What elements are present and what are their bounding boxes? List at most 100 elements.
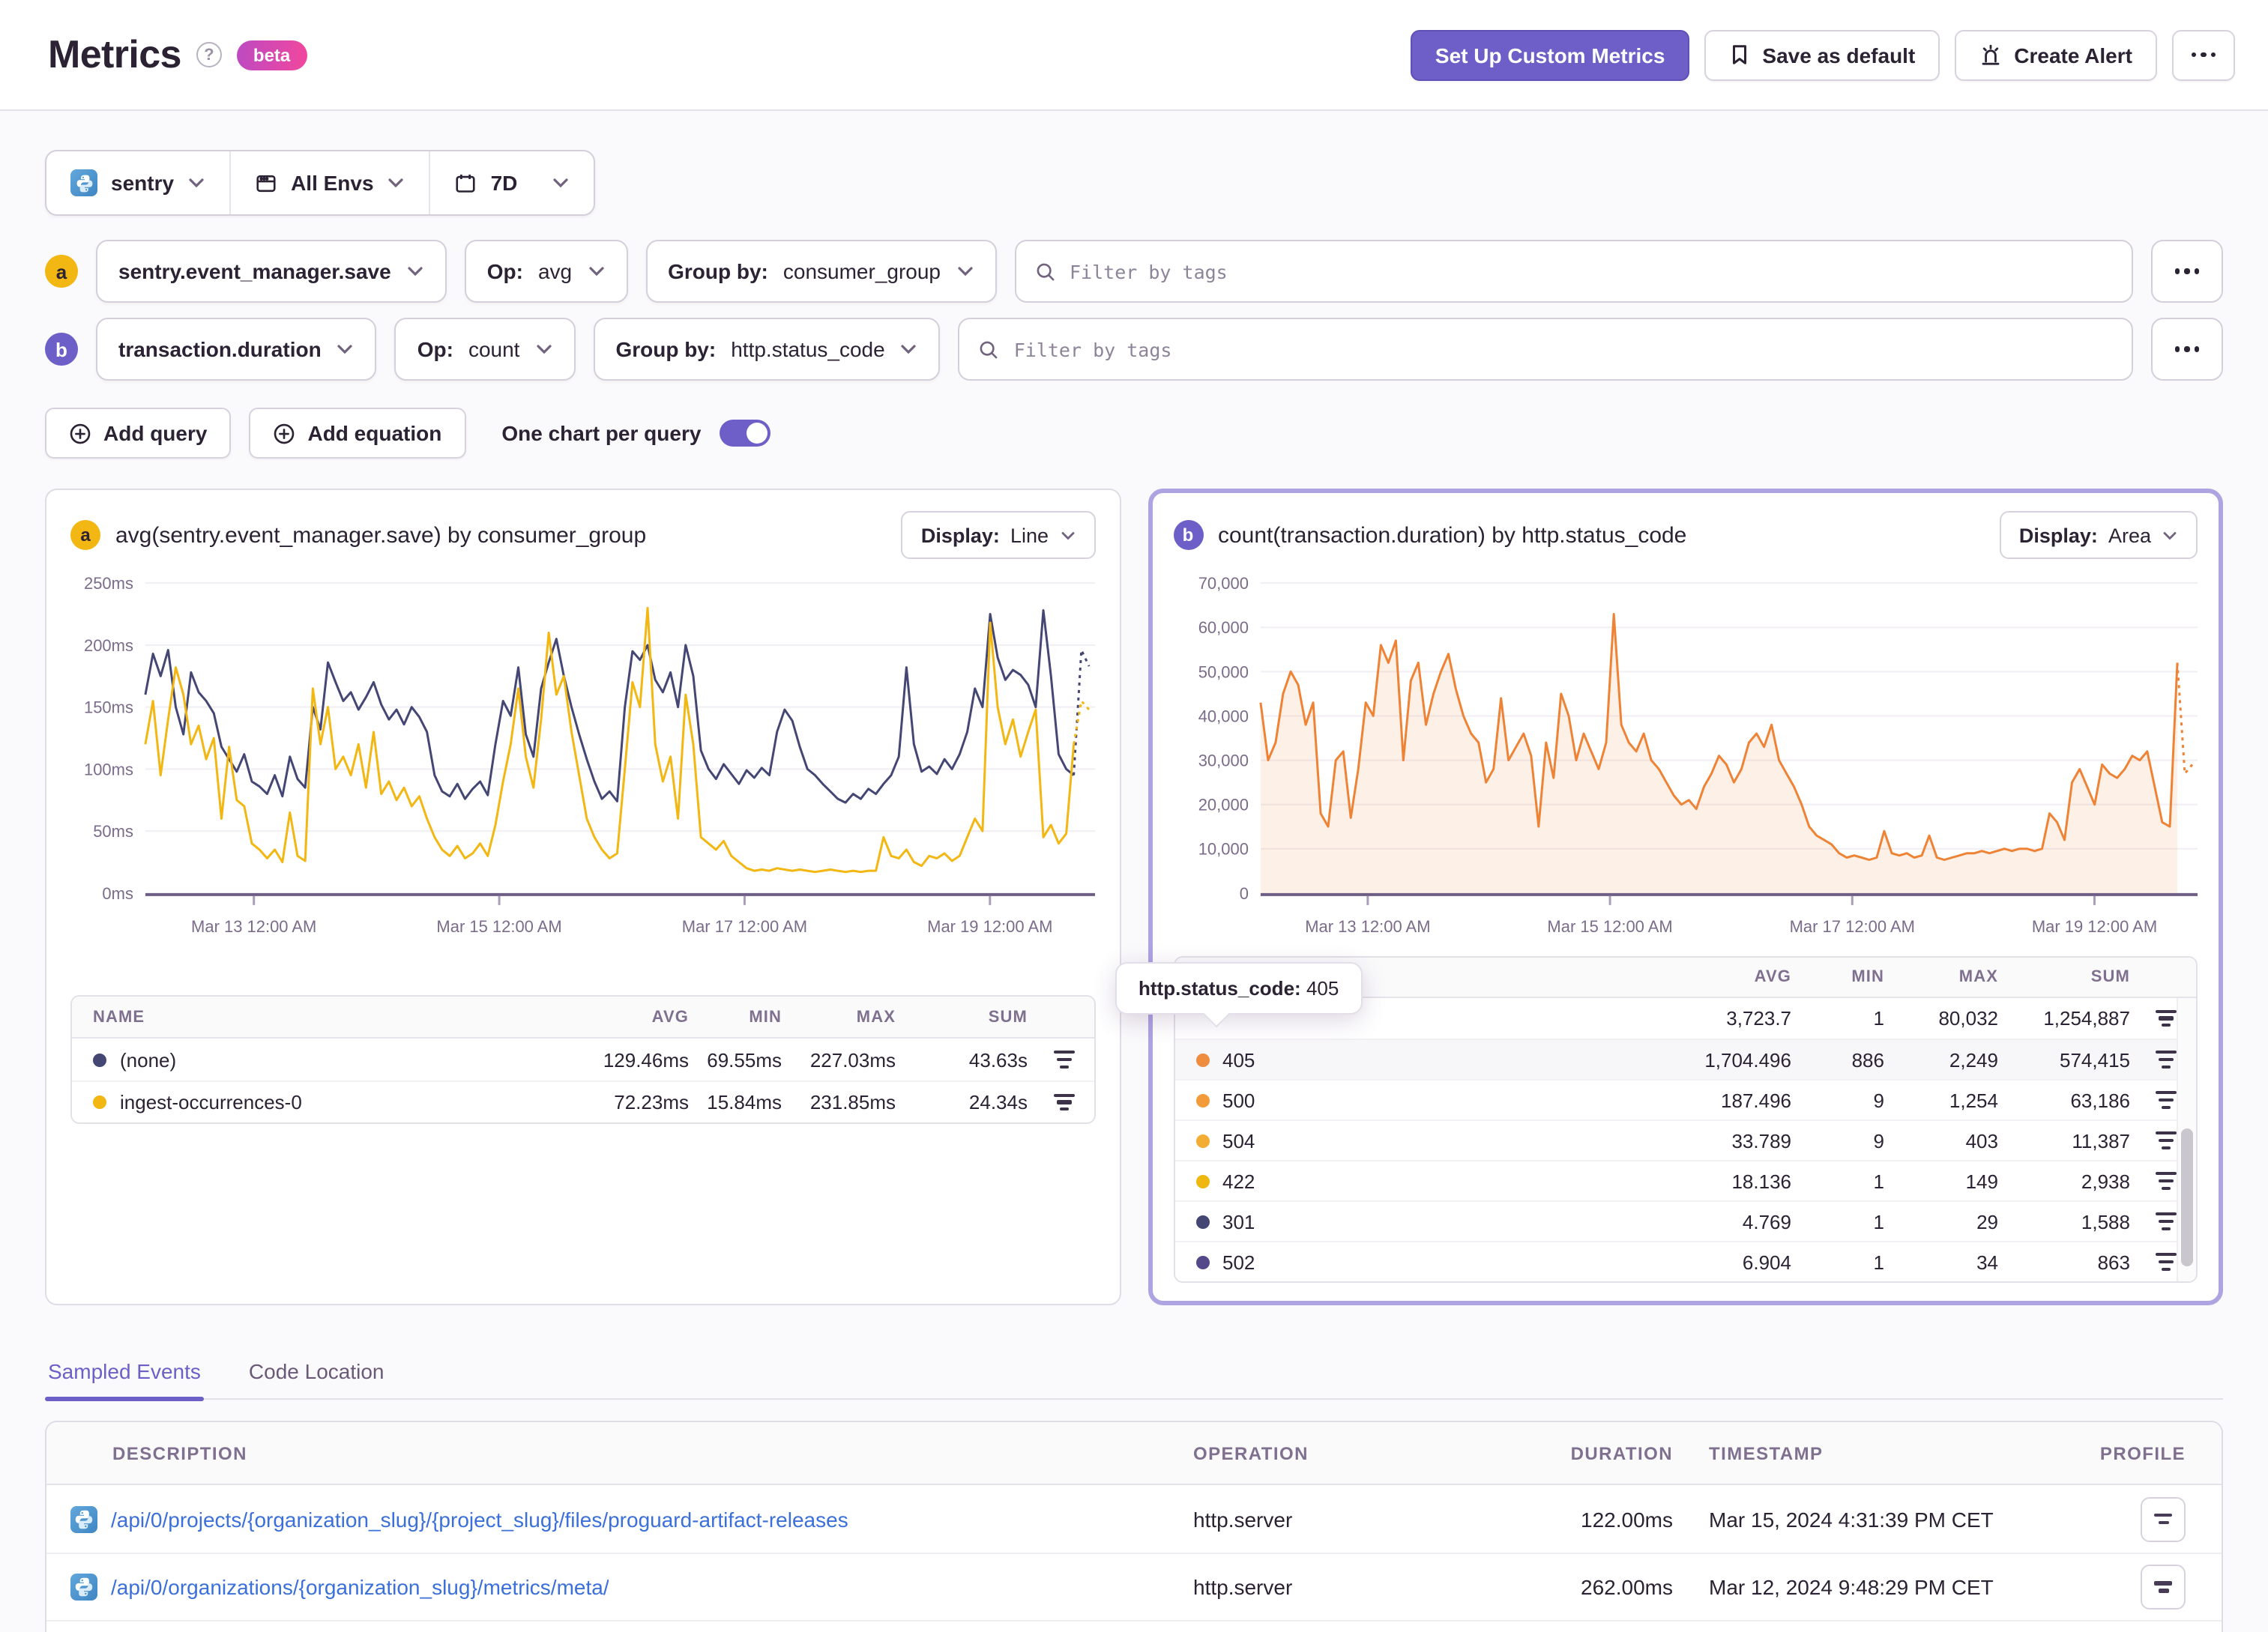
environment-selector[interactable]: All Envs: [229, 151, 429, 214]
series-color-dot: [1195, 1134, 1209, 1147]
series-name: (none): [120, 1048, 177, 1071]
column-header-profile: PROFILE: [2099, 1442, 2186, 1463]
group-by-select[interactable]: Group by: consumer_group: [645, 240, 996, 303]
create-alert-button[interactable]: Create Alert: [1954, 29, 2156, 80]
chevron-down-icon: [553, 178, 568, 188]
operation-select[interactable]: Op: count: [394, 318, 576, 381]
series-filter-icon[interactable]: [1049, 1046, 1079, 1072]
series-filter-icon[interactable]: [1049, 1089, 1079, 1115]
time-range-value: 7D: [490, 171, 518, 195]
svg-text:Mar 13 12:00 AM: Mar 13 12:00 AM: [191, 917, 316, 936]
column-header-max: MAX: [856, 1008, 896, 1026]
event-operation: http.server: [1193, 1507, 1293, 1531]
group-by-select[interactable]: Group by: http.status_code: [593, 318, 941, 381]
display-type-select[interactable]: Display: Area: [1999, 511, 2198, 559]
series-row[interactable]: (none) 129.46ms 69.55ms 227.03ms 43.63s: [72, 1039, 1094, 1081]
tag-filter-input[interactable]: [1070, 260, 2114, 282]
series-max: 1,254: [1949, 1089, 1998, 1111]
chevron-down-icon: [957, 267, 972, 276]
display-type-select[interactable]: Display: Line: [901, 511, 1095, 559]
chevron-down-icon: [388, 178, 404, 188]
page-header: Metrics ? beta Set Up Custom Metrics Sav…: [0, 0, 2268, 111]
table-scrollbar-thumb[interactable]: [2180, 1128, 2192, 1266]
event-description-link[interactable]: /api/0/organizations/{organization_slug}…: [111, 1575, 609, 1599]
query-more-button[interactable]: [2151, 240, 2223, 303]
event-timestamp: Mar 15, 2024 4:31:39 PM CET: [1709, 1507, 1994, 1531]
series-avg: 4.769: [1742, 1210, 1791, 1233]
svg-text:Mar 17 12:00 AM: Mar 17 12:00 AM: [1789, 917, 1914, 936]
series-min: 15.84ms: [707, 1091, 782, 1113]
metric-select[interactable]: transaction.duration: [96, 318, 377, 381]
time-range-selector[interactable]: 7D: [429, 151, 594, 214]
series-color-dot: [1195, 1093, 1209, 1107]
detail-tabs: Sampled Events Code Location: [45, 1350, 2223, 1401]
column-header-min: MIN: [749, 1008, 782, 1026]
series-color-dot: [93, 1095, 106, 1109]
flamegraph-icon: [2154, 1513, 2172, 1517]
timeseries-chart[interactable]: 0 10,000 20,000 30,000 40,000 50,000 60,000 70,…: [1173, 565, 2198, 947]
tab[interactable]: Sampled Events: [45, 1350, 204, 1401]
save-as-default-button[interactable]: Save as default: [1704, 29, 1940, 80]
bookmark-icon: [1732, 45, 1746, 64]
series-sum: 11,387: [2072, 1129, 2130, 1152]
series-summary-table: NAME AVG MIN MAX SUM: [70, 995, 1095, 1124]
query-letter-badge: b: [45, 333, 78, 366]
tab[interactable]: Code Location: [246, 1350, 387, 1398]
svg-text:250ms: 250ms: [84, 574, 133, 593]
profile-button[interactable]: [2141, 1565, 2186, 1610]
series-avg: 3,723.7: [1726, 1007, 1791, 1030]
events-rows: /api/0/projects/{organization_slug}/{pro…: [46, 1485, 2222, 1632]
series-max: 34: [1976, 1251, 1998, 1273]
series-max: 2,249: [1949, 1048, 1998, 1071]
one-chart-per-query-toggle[interactable]: [719, 420, 770, 447]
setup-custom-metrics-button[interactable]: Set Up Custom Metrics: [1411, 29, 1689, 80]
series-color-dot: [1195, 1053, 1209, 1066]
query-builder: a sentry.event_manager.save Op: avg Grou…: [45, 240, 2223, 381]
tag-filter-searchbox: [958, 318, 2133, 381]
calendar-icon: [456, 174, 476, 192]
chevron-down-icon: [588, 267, 603, 276]
query-letter-badge: a: [45, 255, 78, 288]
event-description-link[interactable]: /api/0/projects/{organization_slug}/{pro…: [111, 1507, 848, 1531]
ellipsis-icon: [2174, 268, 2200, 274]
one-chart-per-query-label: One chart per query: [501, 421, 702, 445]
chart-panel[interactable]: a avg(sentry.event_manager.save) by cons…: [45, 489, 1121, 1305]
profile-button[interactable]: [2141, 1496, 2186, 1541]
series-min: 9: [1873, 1089, 1884, 1111]
ellipsis-icon: [2191, 52, 2216, 58]
metric-select[interactable]: sentry.event_manager.save: [96, 240, 447, 303]
event-row: /api/0/projects/{organization_slug}/{pro…: [46, 1620, 2222, 1632]
svg-text:20,000: 20,000: [1198, 796, 1248, 815]
add-query-button[interactable]: Add query: [45, 408, 232, 459]
events-header-row: DESCRIPTION OPERATION DURATION TIMESTAMP…: [46, 1422, 2222, 1485]
tag-filter-input[interactable]: [1013, 338, 2114, 360]
query-more-button[interactable]: [2151, 318, 2223, 381]
svg-text:200ms: 200ms: [84, 636, 133, 655]
header-more-button[interactable]: [2171, 29, 2235, 80]
series-row[interactable]: 422 18.136 1 149 2,938: [1174, 1160, 2196, 1200]
series-sum: 1,254,887: [2043, 1007, 2130, 1030]
event-row: /api/0/projects/{organization_slug}/{pro…: [46, 1485, 2222, 1553]
series-min: 69.55ms: [707, 1048, 782, 1071]
timeseries-chart[interactable]: 0ms 50ms 100ms 150ms 200ms 250ms Mar 13 12:00 …: [70, 565, 1095, 947]
chart-panel[interactable]: b count(transaction.duration) by http.st…: [1115, 489, 2223, 1305]
summary-rows: (none) 129.46ms 69.55ms 227.03ms 43.63s: [72, 1039, 1094, 1122]
search-icon: [980, 340, 998, 358]
series-row[interactable]: 301 4.769 1 29 1,588: [1174, 1200, 2196, 1241]
add-equation-button[interactable]: Add equation: [249, 408, 466, 459]
series-row[interactable]: 504 33.789 9 403 11,387: [1174, 1119, 2196, 1160]
series-sum: 2,938: [2081, 1170, 2130, 1192]
series-color-dot: [1195, 1215, 1209, 1228]
help-icon[interactable]: ?: [196, 42, 222, 67]
series-row[interactable]: 500 187.496 9 1,254 63,186: [1174, 1079, 2196, 1119]
series-max: 403: [1965, 1129, 1998, 1152]
window-icon: [256, 174, 276, 192]
svg-text:50ms: 50ms: [93, 822, 133, 841]
summary-rows: 3,723.7 1 80,032 1,254,887 405 1,704.496…: [1174, 998, 2196, 1281]
series-row[interactable]: 502 6.904 1 34 863: [1174, 1241, 2196, 1281]
series-row[interactable]: ingest-occurrences-0 72.23ms 15.84ms 231…: [72, 1081, 1094, 1122]
series-min: 9: [1873, 1129, 1884, 1152]
series-row[interactable]: 405 1,704.496 886 2,249 574,415: [1174, 1039, 2196, 1079]
project-selector[interactable]: sentry: [46, 151, 229, 214]
operation-select[interactable]: Op: avg: [464, 240, 628, 303]
